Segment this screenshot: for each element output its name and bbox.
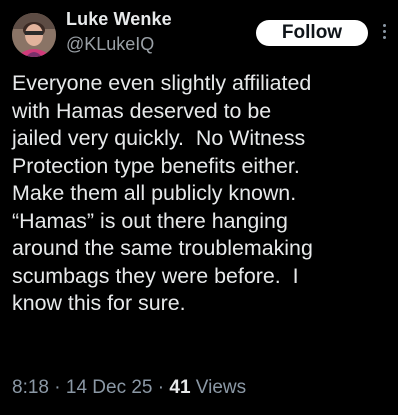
author-display-name[interactable]: Luke Wenke — [66, 9, 172, 30]
tweet-meta: 8:18 · 14 Dec 25 · 41 Views — [12, 377, 246, 399]
views-count: 41 — [169, 377, 191, 398]
more-vertical-icon[interactable] — [382, 24, 388, 42]
meta-separator: · — [152, 377, 170, 398]
tweet-date[interactable]: 14 Dec 25 — [66, 377, 153, 398]
author-handle[interactable]: @KLukeIQ — [66, 34, 154, 55]
meta-separator: · — [48, 377, 66, 398]
tweet-time[interactable]: 8:18 — [12, 377, 49, 398]
more-dot — [383, 24, 386, 27]
tweet-text: Everyone even slightly affiliated with H… — [12, 71, 313, 315]
views-label: Views — [190, 377, 247, 398]
profile-photo-icon — [12, 13, 56, 57]
more-dot — [383, 36, 386, 39]
more-dot — [383, 30, 386, 33]
tweet-card: Luke Wenke @KLukeIQ Follow Everyone even… — [0, 0, 398, 415]
avatar[interactable] — [12, 13, 56, 57]
follow-button[interactable]: Follow — [256, 20, 368, 46]
